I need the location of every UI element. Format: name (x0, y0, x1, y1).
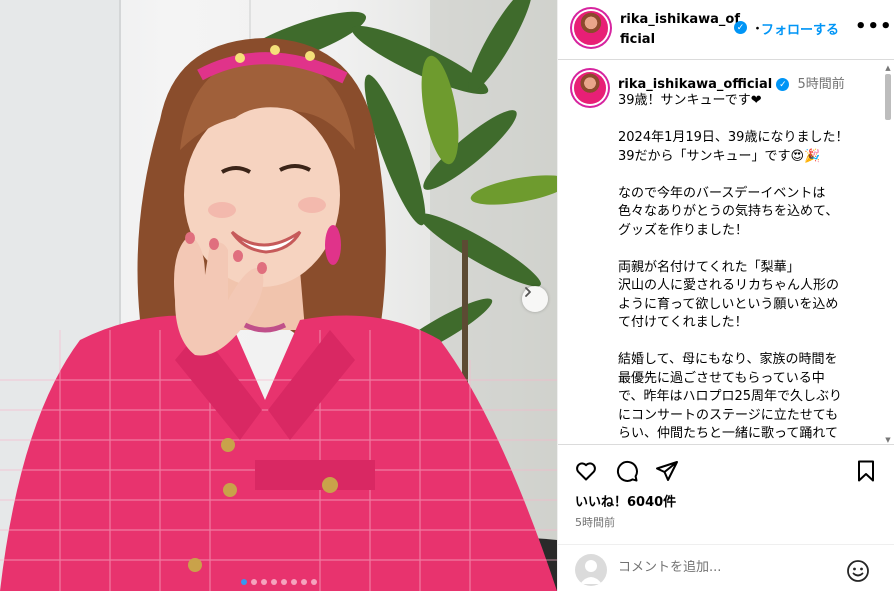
more-options-icon[interactable]: ••• (855, 16, 893, 37)
caption-scrollbar[interactable]: ▲ ▼ (884, 64, 892, 444)
share-icon[interactable] (655, 459, 681, 485)
scrollbar-thumb[interactable] (885, 74, 891, 120)
carousel-dot (280, 579, 287, 585)
author-username[interactable]: rika_ishikawa_official (620, 10, 740, 50)
chevron-right-icon (525, 287, 531, 297)
caption-text: 39歳！サンキューです❤ 2024年1月19日、39歳になりました！ 39だから… (618, 93, 849, 441)
carousel-indicator (0, 579, 557, 585)
caption-timestamp[interactable]: 5時間前 (798, 77, 845, 92)
caption-area: rika_ishikawa_official ✓ 5時間前 39歳！サンキューで… (558, 61, 894, 444)
carousel-dot (250, 579, 257, 585)
instagram-post-view: rika_ishikawa_official ✓ ・ フォローする ••• ri… (0, 0, 894, 591)
heart-icon[interactable] (574, 459, 600, 485)
verified-badge-icon: ✓ (734, 21, 747, 34)
carousel-dot (270, 579, 277, 585)
scroll-up-icon[interactable]: ▲ (884, 64, 892, 72)
like-count[interactable]: いいね！6040件 (575, 491, 676, 510)
carousel-dot (290, 579, 297, 585)
post-timestamp[interactable]: 5時間前 (575, 514, 615, 530)
post-header: rika_ishikawa_official ✓ ・ フォローする ••• (558, 0, 894, 60)
emoji-icon[interactable] (846, 559, 870, 583)
caption-header: rika_ishikawa_official ✓ 5時間前 (618, 73, 845, 92)
comment-input[interactable] (618, 560, 838, 575)
carousel-next-button[interactable] (522, 286, 548, 312)
carousel-dot (300, 579, 307, 585)
action-bar: いいね！6040件 5時間前 (558, 444, 894, 544)
bookmark-icon[interactable] (854, 459, 880, 485)
comment-bar (558, 544, 894, 591)
carousel-dot (260, 579, 267, 585)
caption-avatar[interactable] (574, 72, 606, 104)
post-side-panel: rika_ishikawa_official ✓ ・ フォローする ••• ri… (557, 0, 894, 591)
verified-badge-icon: ✓ (776, 78, 790, 91)
photo-illustration (0, 0, 557, 591)
author-avatar[interactable] (574, 11, 608, 45)
caption-username[interactable]: rika_ishikawa_official (618, 77, 772, 92)
carousel-dot (310, 579, 317, 585)
scroll-down-icon[interactable]: ▼ (884, 436, 892, 444)
comment-icon[interactable] (615, 459, 641, 485)
carousel-dot (240, 579, 247, 585)
follow-button[interactable]: フォローする (761, 19, 839, 38)
post-photo[interactable] (0, 0, 557, 591)
viewer-avatar (575, 554, 607, 586)
